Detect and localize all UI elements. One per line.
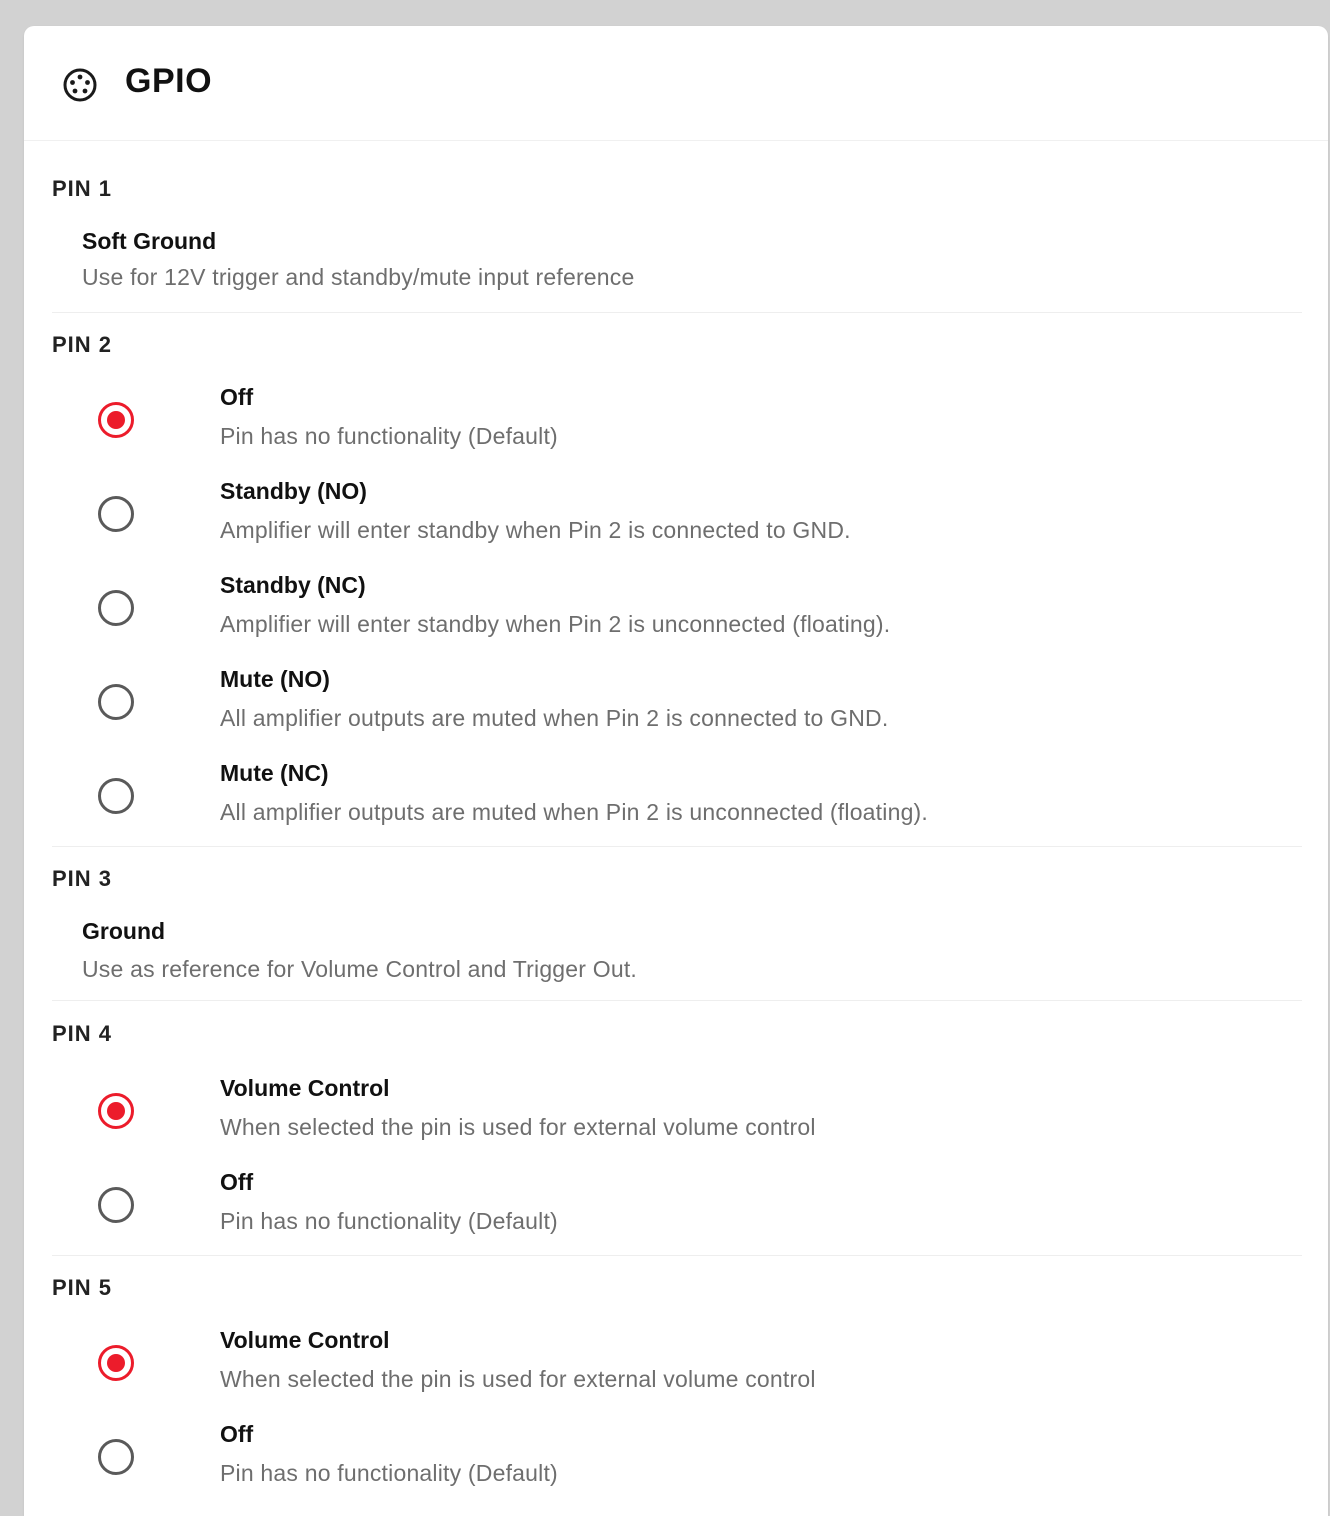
pin-2-option-standby-nc[interactable]: Standby (NC) Amplifier will enter standb… [92,572,1242,652]
option-description: When selected the pin is used for extern… [220,1114,816,1140]
connector-pin-icon [63,68,97,102]
radio-button[interactable] [98,1187,134,1223]
option-title: Standby (NC) [220,572,366,598]
pin-4-option-off[interactable]: Off Pin has no functionality (Default) [92,1169,1242,1249]
pin-label: PIN 2 [52,332,113,357]
option-title: Volume Control [220,1327,390,1353]
card-title: GPIO [125,62,213,100]
option-title: Mute (NO) [220,666,330,692]
option-title: Off [220,384,254,410]
pin-5-option-volume-control[interactable]: Volume Control When selected the pin is … [92,1327,1242,1407]
option-description: Amplifier will enter standby when Pin 2 … [220,611,891,637]
option-title: Off [220,1421,254,1447]
pin-function-description: Use for 12V trigger and standby/mute inp… [82,264,635,290]
option-description: All amplifier outputs are muted when Pin… [220,799,929,825]
option-title: Standby (NO) [220,478,367,504]
pin-2-option-standby-no[interactable]: Standby (NO) Amplifier will enter standb… [92,478,1242,558]
pin-function-title: Soft Ground [82,228,217,254]
option-description: Pin has no functionality (Default) [220,1460,558,1486]
pin-2-option-mute-no[interactable]: Mute (NO) All amplifier outputs are mute… [92,666,1242,746]
radio-button[interactable] [98,496,134,532]
option-description: Amplifier will enter standby when Pin 2 … [220,517,851,543]
pin-5-option-off[interactable]: Off Pin has no functionality (Default) [92,1421,1242,1501]
pin-label: PIN 4 [52,1021,113,1046]
option-title: Mute (NC) [220,760,329,786]
pin-label: PIN 3 [52,866,113,891]
pin-2-option-mute-nc[interactable]: Mute (NC) All amplifier outputs are mute… [92,760,1242,840]
pin-1-section: PIN 1 Soft Ground Use for 12V trigger an… [52,176,1302,313]
pin-4-option-volume-control[interactable]: Volume Control When selected the pin is … [92,1075,1242,1155]
radio-button[interactable] [98,590,134,626]
pin-3-section: PIN 3 Ground Use as reference for Volume… [52,866,1302,1001]
pin-label: PIN 5 [52,1275,113,1300]
pin-label: PIN 1 [52,176,113,201]
option-description: Pin has no functionality (Default) [220,1208,558,1234]
option-description: All amplifier outputs are muted when Pin… [220,705,889,731]
option-title: Volume Control [220,1075,390,1101]
radio-button[interactable] [98,778,134,814]
option-description: When selected the pin is used for extern… [220,1366,816,1392]
radio-button-selected[interactable] [98,1093,134,1129]
gpio-card: GPIO PIN 1 Soft Ground Use for 12V trigg… [24,26,1328,1516]
pin-2-option-off[interactable]: Off Pin has no functionality (Default) [92,384,1242,464]
pin-function-description: Use as reference for Volume Control and … [82,956,637,982]
option-description: Pin has no functionality (Default) [220,423,558,449]
radio-button[interactable] [98,1439,134,1475]
pin-4-section: PIN 4 Volume Control When selected the p… [52,1021,1302,1256]
pin-5-section: PIN 5 Volume Control When selected the p… [52,1275,1302,1505]
option-title: Off [220,1169,254,1195]
pin-function-title: Ground [82,918,166,944]
radio-button-selected[interactable] [98,1345,134,1381]
radio-button-selected[interactable] [98,402,134,438]
pin-2-section: PIN 2 Off Pin has no functionality (Defa… [52,332,1302,847]
radio-button[interactable] [98,684,134,720]
card-header: GPIO [24,26,1328,141]
